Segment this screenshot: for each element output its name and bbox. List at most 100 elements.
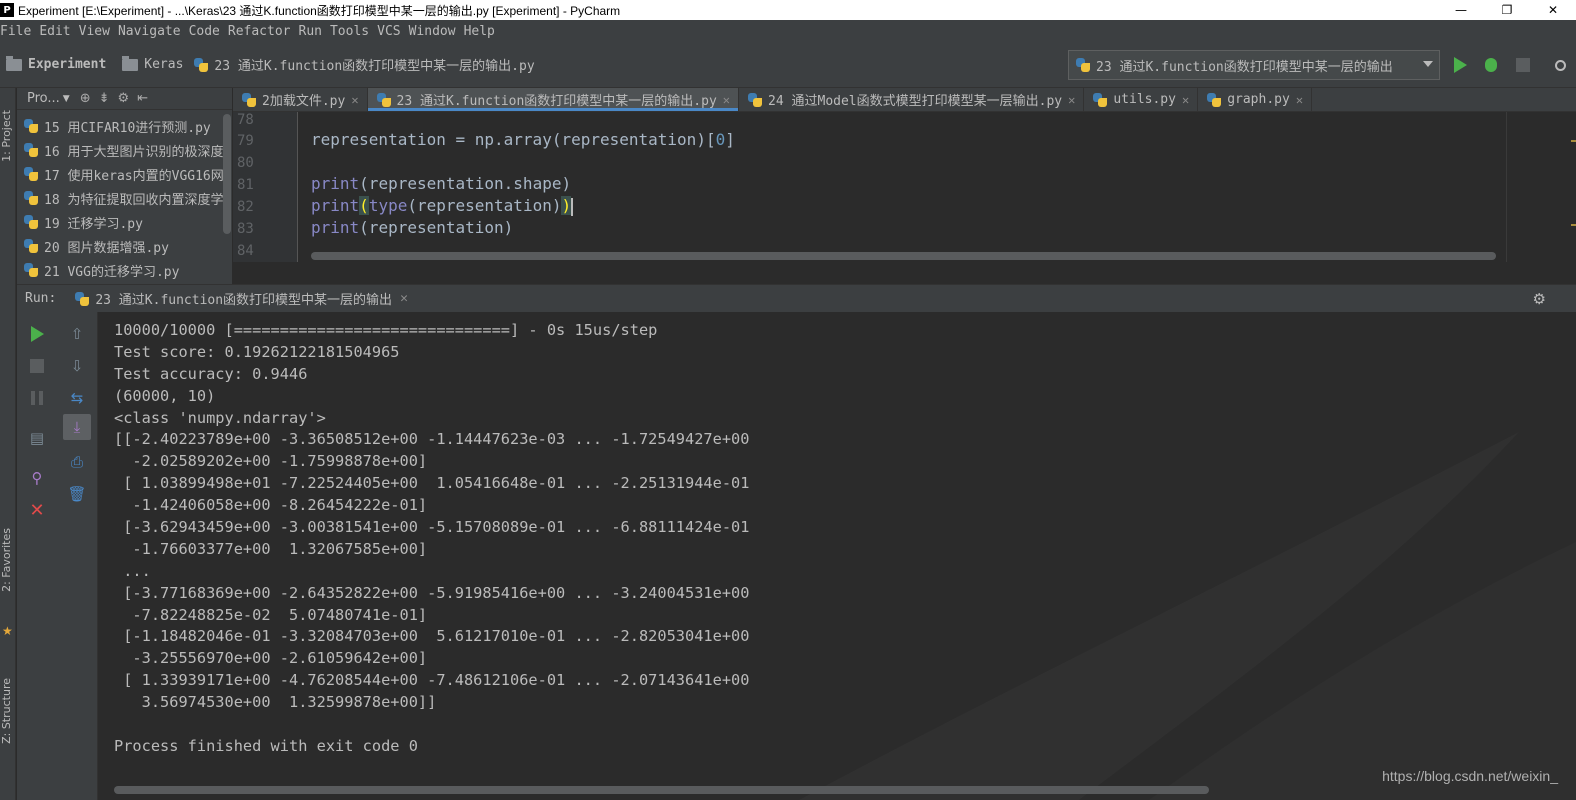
hide-icon[interactable]: ⇤ [137, 91, 148, 106]
clear-all-button[interactable]: 🗑 [67, 484, 87, 504]
run-button[interactable] [1450, 55, 1470, 75]
console-line: Test score: 0.19262122181504965 [114, 342, 400, 361]
menu-tools[interactable]: Tools [330, 24, 377, 39]
console-line: -7.82248825e-02 5.07480741e-01] [114, 605, 428, 624]
minimize-button[interactable]: — [1438, 0, 1484, 20]
tab-utils[interactable]: utils.py ✕ [1084, 88, 1199, 111]
close-icon[interactable]: ✕ [1182, 93, 1189, 107]
layout-button[interactable]: ▤ [27, 428, 47, 448]
warning-marker[interactable] [1571, 140, 1576, 142]
tab-24-model-functional[interactable]: 24 通过Model函数式模型打印模型某一层输出.py ✕ [739, 88, 1085, 111]
menu-vcs[interactable]: VCS [377, 24, 408, 39]
collapse-icon[interactable]: ⇟ [99, 91, 110, 106]
console-line: Test accuracy: 0.9446 [114, 364, 308, 383]
run-tab[interactable]: 23 通过K.function函数打印模型中某一层的输出 ✕ [74, 289, 408, 308]
editor-horizontal-scrollbar[interactable] [311, 252, 1496, 260]
project-file-item[interactable]: 17 使用keras内置的VGG16网 [17, 162, 232, 186]
code-builtin: type [368, 196, 408, 215]
soft-wrap-button[interactable]: ⇆ [67, 388, 87, 408]
close-window-button[interactable]: ✕ [1530, 0, 1576, 20]
close-run-button[interactable]: ✕ [27, 500, 47, 521]
pin-tab-button[interactable]: ⚲ [27, 468, 47, 488]
code-text: (representation) [359, 218, 514, 237]
console-horizontal-scrollbar[interactable] [114, 786, 1209, 794]
run-toolbar-primary: ▤ ⚲ ✕ [17, 312, 56, 800]
breadcrumb-folder[interactable]: Keras [116, 55, 183, 72]
editor-tabs: 2加载文件.py ✕ 23 通过K.function函数打印模型中某一层的输出.p… [233, 88, 1576, 112]
code-editor[interactable]: 78 79 80 81 82 83 84 representation = np… [233, 112, 1576, 262]
close-icon[interactable]: ✕ [1296, 93, 1303, 107]
run-panel-header: Run: 23 通过K.function函数打印模型中某一层的输出 ✕ ⚙ [17, 284, 1576, 312]
menu-file[interactable]: File [0, 24, 39, 39]
code-builtin: print [311, 218, 360, 237]
project-file-item[interactable]: 18 为特征提取回收内置深度学 [17, 186, 232, 210]
run-console[interactable]: 10000/10000 [===========================… [99, 312, 1576, 800]
menu-view[interactable]: View [79, 24, 118, 39]
text-caret [571, 197, 574, 216]
project-tool-button[interactable]: 1: Project [0, 110, 16, 162]
console-line: -1.42406058e+00 -8.26454222e-01] [114, 496, 428, 515]
project-file-label: 15 用CIFAR10进行预测.py [44, 120, 211, 136]
scroll-down-button[interactable]: ⇩ [67, 356, 87, 376]
project-file-label: 19 迁移学习.py [44, 216, 143, 232]
menu-run[interactable]: Run [299, 24, 330, 39]
menu-window[interactable]: Window [409, 24, 464, 39]
console-line: -2.02589202e+00 -1.75998878e+00] [114, 452, 428, 471]
debug-button[interactable] [1481, 55, 1501, 75]
code-line-83: print(representation) [311, 218, 513, 237]
breadcrumb-project-label: Experiment [28, 57, 107, 72]
breadcrumb-project[interactable]: Experiment [0, 55, 107, 72]
project-file-item[interactable]: 15 用CIFAR10进行预测.py [17, 114, 232, 138]
close-icon[interactable]: ✕ [400, 291, 408, 306]
maximize-button[interactable]: ❐ [1484, 0, 1530, 20]
run-configuration-label: 23 通过K.function函数打印模型中某一层的输出 [1096, 59, 1393, 75]
scroll-to-end-button[interactable]: ⤓ [63, 414, 91, 440]
chevron-down-icon [1423, 61, 1433, 67]
layout-icon: ▤ [29, 429, 45, 447]
menu-code[interactable]: Code [189, 24, 228, 39]
tab-2-load-file[interactable]: 2加载文件.py ✕ [233, 88, 368, 111]
close-icon[interactable]: ✕ [723, 93, 730, 107]
folder-icon [122, 55, 139, 71]
project-file-item[interactable]: 19 迁移学习.py [17, 210, 232, 234]
menu-edit[interactable]: Edit [39, 24, 78, 39]
menu-navigate[interactable]: Navigate [118, 24, 189, 39]
project-view-selector[interactable]: Pro... [27, 91, 60, 106]
menu-help[interactable]: Help [464, 24, 503, 39]
code-text: ] [725, 130, 735, 149]
console-line: [[-2.40223789e+00 -3.36508512e+00 -1.144… [114, 430, 750, 449]
warning-marker[interactable] [1571, 224, 1576, 226]
target-icon[interactable]: ⊕ [80, 91, 91, 106]
gear-icon[interactable]: ⚙ [1533, 290, 1546, 308]
close-icon[interactable]: ✕ [351, 93, 358, 107]
stop-button[interactable] [1513, 55, 1533, 75]
code-text: representation = np.array(representation… [311, 130, 716, 149]
project-file-item[interactable]: 16 用于大型图片识别的极深度 [17, 138, 232, 162]
pause-button[interactable] [27, 388, 47, 408]
rerun-button[interactable] [27, 324, 47, 344]
structure-tool-button[interactable]: Z: Structure [0, 678, 16, 744]
left-tool-strip: 1: Project ★ 2: Favorites Z: Structure [0, 88, 16, 800]
run-configuration-select[interactable]: 23 通过K.function函数打印模型中某一层的输出 [1068, 50, 1440, 80]
console-line: [ 1.03899498e+01 -7.22524405e+00 1.05416… [114, 474, 750, 493]
print-button[interactable]: ⎙ [67, 452, 87, 472]
favorites-tool-button[interactable]: 2: Favorites [0, 528, 16, 592]
tab-23-k-function[interactable]: 23 通过K.function函数打印模型中某一层的输出.py ✕ [367, 88, 740, 111]
search-everywhere-button[interactable] [1550, 55, 1570, 75]
project-file-item[interactable]: 21 VGG的迁移学习.py [17, 258, 232, 282]
console-line: Process finished with exit code 0 [114, 736, 418, 755]
tab-graph[interactable]: graph.py ✕ [1198, 88, 1313, 111]
project-panel-header: Pro... ▼ ⊕ ⇟ ⚙ ⇤ [17, 88, 232, 110]
watermark-text: https://blog.csdn.net/weixin_ [1382, 768, 1558, 784]
stop-button[interactable] [27, 356, 47, 376]
close-icon[interactable]: ✕ [1068, 93, 1075, 107]
python-file-icon [1075, 57, 1091, 73]
gear-icon[interactable]: ⚙ [118, 91, 130, 106]
project-scrollbar[interactable] [223, 114, 231, 234]
tab-label: 24 通过Model函数式模型打印模型某一层输出.py [768, 94, 1063, 109]
chevron-down-icon[interactable]: ▼ [63, 94, 70, 104]
project-file-item[interactable]: 20 图片数据增强.py [17, 234, 232, 258]
breadcrumb-file[interactable]: 23 通过K.function函数打印模型中某一层的输出.py [193, 55, 535, 74]
scroll-up-button[interactable]: ⇧ [67, 324, 87, 344]
menu-refactor[interactable]: Refactor [228, 24, 299, 39]
